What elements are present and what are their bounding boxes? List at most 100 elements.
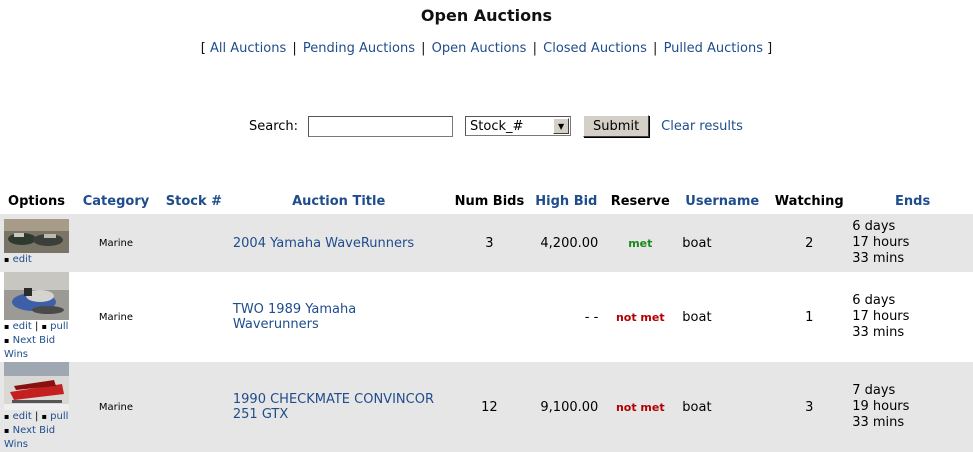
header-stock[interactable]: Stock # <box>159 188 229 214</box>
search-input[interactable] <box>308 115 454 137</box>
table-row: ▪ edit | ▪ pull ▪ Next Bid Wins Marine T… <box>0 272 973 362</box>
auction-title-link[interactable]: 2004 Yamaha WaveRunners <box>233 236 414 251</box>
bullet-icon: ▪ <box>4 426 10 435</box>
cell-num-bids: 3 <box>448 214 531 272</box>
cell-num-bids <box>448 272 530 362</box>
auction-thumbnail[interactable] <box>4 272 69 320</box>
nav-open-bracket: [ <box>200 41 206 56</box>
submit-button[interactable]: Submit <box>583 115 650 137</box>
nav-link-pulled-auctions[interactable]: Pulled Auctions <box>664 41 763 56</box>
header-category[interactable]: Category <box>73 188 159 214</box>
cell-ends: 6 days 17 hours 33 mins <box>852 272 973 362</box>
header-auction-title[interactable]: Auction Title <box>229 188 449 214</box>
auctions-table: Options Category Stock # Auction Title N… <box>0 188 973 452</box>
reserve-status: not met <box>615 310 665 324</box>
cell-title: TWO 1989 Yamaha Waverunners <box>229 272 449 362</box>
auction-title-link[interactable]: 1990 CHECKMATE CONVINCOR 251 GTX <box>233 392 434 422</box>
auction-thumbnail[interactable] <box>4 362 69 410</box>
bullet-icon: ▪ <box>4 336 10 345</box>
header-watching: Watching <box>774 193 844 209</box>
cell-num-bids: 12 <box>448 362 531 452</box>
ends-hours: 17 hours <box>852 235 910 250</box>
ends-mins: 33 mins <box>852 251 905 266</box>
cell-category: Marine <box>73 362 159 452</box>
nav-link-open-auctions[interactable]: Open Auctions <box>432 41 527 56</box>
table-row: ▪ edit Marine 2004 Yamaha WaveRunners 3 … <box>0 214 973 272</box>
nav-link-all-auctions[interactable]: All Auctions <box>210 41 286 56</box>
auction-title-link[interactable]: TWO 1989 Yamaha Waverunners <box>233 302 356 332</box>
reserve-status: not met <box>615 400 665 414</box>
bullet-icon: ▪ <box>4 412 10 421</box>
cell-category: Marine <box>98 311 134 323</box>
option-separator: | <box>35 321 39 332</box>
clear-results-link[interactable]: Clear results <box>661 119 743 134</box>
row-options: ▪ edit <box>0 214 73 272</box>
reserve-status: met <box>628 236 653 250</box>
header-reserve: Reserve <box>610 193 670 209</box>
ends-mins: 33 mins <box>852 325 905 340</box>
pull-link[interactable]: pull <box>50 321 68 332</box>
search-field-select[interactable]: Stock_# ▼ <box>465 116 572 136</box>
edit-link[interactable]: edit <box>13 321 32 332</box>
ends-days: 6 days <box>852 293 896 308</box>
option-separator: | <box>35 411 39 422</box>
search-label: Search: <box>249 118 299 134</box>
cell-reserve: met <box>602 214 679 272</box>
nav-separator: | <box>421 41 426 56</box>
nav-separator: | <box>292 41 297 56</box>
edit-link[interactable]: edit <box>13 411 32 422</box>
header-username[interactable]: Username <box>678 188 766 214</box>
cell-username: boat <box>682 309 712 325</box>
cell-watching: 1 <box>805 309 814 325</box>
chevron-down-icon[interactable]: ▼ <box>553 118 570 134</box>
cell-reserve: not met <box>602 272 678 362</box>
search-bar: Search: Stock_# ▼ Submit Clear results <box>249 115 743 137</box>
page-title: Open Auctions <box>420 6 553 25</box>
bullet-icon: ▪ <box>41 322 47 331</box>
ends-mins: 33 mins <box>852 415 905 430</box>
cell-watching: 2 <box>766 214 853 272</box>
cell-high-bid: 4,200.00 <box>530 214 603 272</box>
cell-high-bid: 9,100.00 <box>530 362 603 452</box>
nav-separator: | <box>653 41 658 56</box>
next-bid-wins-link[interactable]: Next Bid Wins <box>4 335 55 360</box>
header-num-bids: Num Bids <box>454 193 525 209</box>
bullet-icon: ▪ <box>4 255 10 264</box>
bullet-icon: ▪ <box>41 412 47 421</box>
cell-high-bid: - - <box>584 309 599 325</box>
auction-thumbnail[interactable] <box>4 219 69 253</box>
header-options: Options <box>8 193 65 209</box>
search-field-select-value: Stock_# <box>470 118 524 134</box>
cell-category: Marine <box>73 214 159 272</box>
cell-title: 1990 CHECKMATE CONVINCOR 251 GTX <box>228 362 449 452</box>
row-options: ▪ edit | ▪ pull ▪ Next Bid Wins <box>0 362 73 452</box>
edit-link[interactable]: edit <box>13 254 32 265</box>
ends-hours: 17 hours <box>852 309 910 324</box>
pull-link[interactable]: pull <box>50 411 68 422</box>
next-bid-wins-link[interactable]: Next Bid Wins <box>4 425 55 450</box>
cell-title: 2004 Yamaha WaveRunners <box>228 214 449 272</box>
nav-close-bracket: ] <box>767 41 773 56</box>
cell-username: boat <box>678 214 767 272</box>
ends-days: 7 days <box>852 383 896 398</box>
table-header-row: Options Category Stock # Auction Title N… <box>0 188 973 214</box>
cell-ends: 7 days 19 hours 33 mins <box>852 362 973 452</box>
cell-stock <box>159 272 229 362</box>
table-row: ▪ edit | ▪ pull ▪ Next Bid Wins Marine 1… <box>0 362 973 452</box>
header-ends[interactable]: Ends <box>852 188 973 214</box>
cell-stock <box>158 362 229 452</box>
cell-watching: 3 <box>766 362 853 452</box>
cell-username: boat <box>678 362 767 452</box>
bullet-icon: ▪ <box>4 322 10 331</box>
cell-ends: 6 days 17 hours 33 mins <box>852 214 973 272</box>
nav-separator: | <box>532 41 537 56</box>
cell-reserve: not met <box>602 362 679 452</box>
header-high-bid[interactable]: High Bid <box>530 188 602 214</box>
nav-link-pending-auctions[interactable]: Pending Auctions <box>303 41 415 56</box>
row-options: ▪ edit | ▪ pull ▪ Next Bid Wins <box>0 272 73 362</box>
ends-hours: 19 hours <box>852 399 910 414</box>
ends-days: 6 days <box>852 219 896 234</box>
cell-stock <box>158 214 229 272</box>
nav-link-closed-auctions[interactable]: Closed Auctions <box>543 41 647 56</box>
auction-filter-nav: [ All Auctions | Pending Auctions | Open… <box>0 41 973 56</box>
